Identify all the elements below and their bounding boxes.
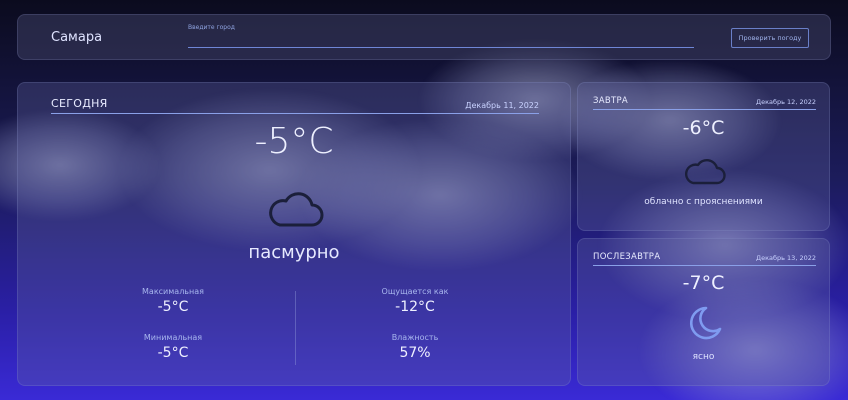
cloud-icon bbox=[269, 192, 324, 227]
day-after-card: ПОСЛЕЗАВТРА Декабрь 13, 2022 -7°C ясно bbox=[577, 238, 830, 386]
stat-max-value: -5°C bbox=[157, 299, 189, 315]
stat-min-value: -5°C bbox=[157, 345, 189, 361]
search-label: Введите город bbox=[188, 24, 235, 31]
check-weather-button[interactable]: Проверить погоду bbox=[731, 28, 809, 48]
stats-divider bbox=[295, 291, 296, 365]
header-bar: Самара Введите город Проверить погоду bbox=[17, 14, 831, 60]
city-name: Самара bbox=[51, 30, 103, 45]
stat-humidity-label: Влажность bbox=[391, 333, 439, 342]
today-temperature: -5°C bbox=[254, 121, 334, 162]
search-field[interactable]: Введите город bbox=[188, 24, 694, 48]
search-input[interactable] bbox=[188, 32, 694, 47]
today-card: СЕГОДНЯ Декабрь 11, 2022 -5°C пасмурно М… bbox=[17, 82, 571, 386]
moon-icon bbox=[689, 306, 722, 340]
day-after-header: ПОСЛЕЗАВТРА Декабрь 13, 2022 bbox=[593, 252, 816, 266]
today-date: Декабрь 11, 2022 bbox=[465, 101, 539, 110]
stat-humidity-value: 57% bbox=[399, 345, 431, 361]
tomorrow-title: ЗАВТРА bbox=[593, 96, 629, 106]
tomorrow-temperature: -6°C bbox=[682, 117, 725, 139]
day-after-temperature: -7°C bbox=[682, 272, 725, 294]
tomorrow-header: ЗАВТРА Декабрь 12, 2022 bbox=[593, 96, 816, 110]
tomorrow-description: облачно с прояснениями bbox=[644, 197, 763, 207]
day-after-description: ясно bbox=[692, 352, 715, 362]
stat-feels-label: Ощущается как bbox=[381, 287, 449, 296]
stat-min: Минимальная -5°C bbox=[98, 333, 248, 361]
today-description: пасмурно bbox=[248, 242, 340, 263]
stat-max-label: Максимальная bbox=[142, 287, 204, 296]
cloud-icon bbox=[684, 158, 726, 185]
today-title: СЕГОДНЯ bbox=[51, 97, 108, 110]
stat-max: Максимальная -5°C bbox=[98, 287, 248, 315]
stat-feels-value: -12°C bbox=[395, 299, 435, 315]
stat-humidity: Влажность 57% bbox=[340, 333, 490, 361]
stat-min-label: Минимальная bbox=[143, 333, 203, 342]
tomorrow-card: ЗАВТРА Декабрь 12, 2022 -6°C облачно с п… bbox=[577, 82, 830, 231]
day-after-date: Декабрь 13, 2022 bbox=[756, 254, 816, 262]
tomorrow-date: Декабрь 12, 2022 bbox=[756, 98, 816, 106]
day-after-title: ПОСЛЕЗАВТРА bbox=[593, 252, 661, 262]
stat-feels-like: Ощущается как -12°C bbox=[340, 287, 490, 315]
today-header: СЕГОДНЯ Декабрь 11, 2022 bbox=[51, 97, 539, 114]
